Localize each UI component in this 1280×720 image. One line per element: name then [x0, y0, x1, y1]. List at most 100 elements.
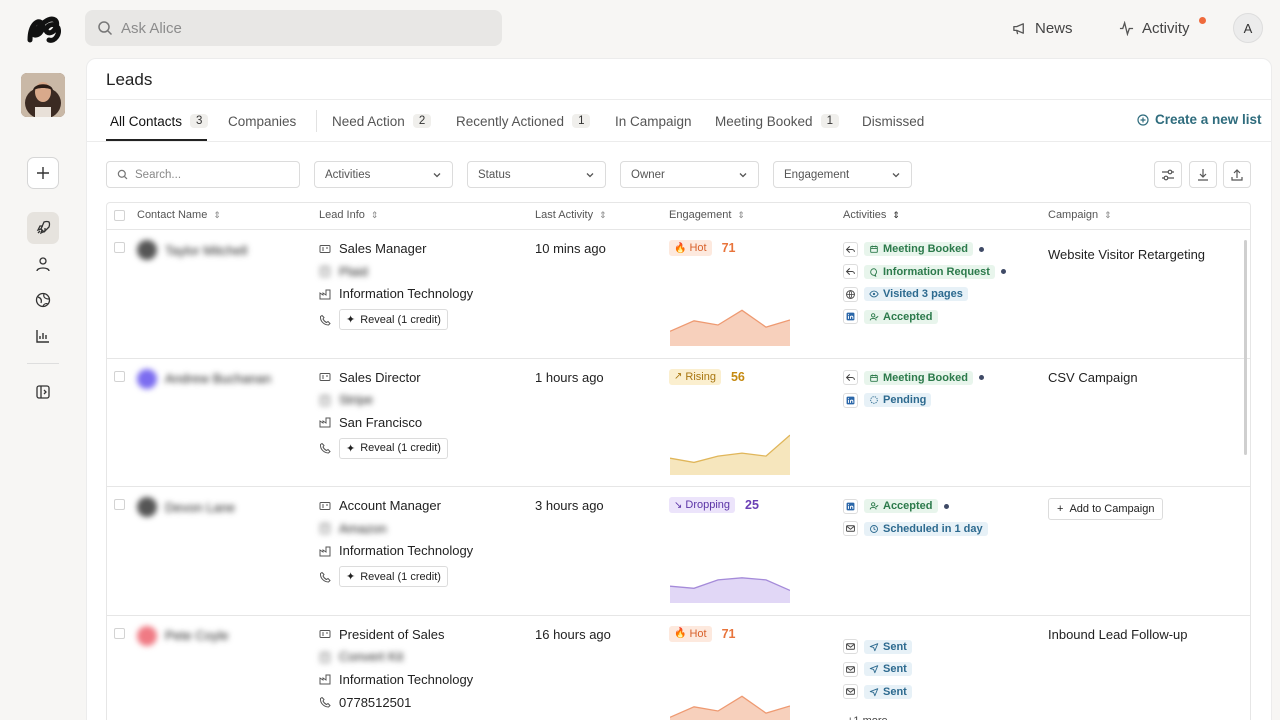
sparkle-icon: ✦ [346, 314, 356, 326]
news-link[interactable]: News [1012, 10, 1073, 46]
title-icon [319, 244, 331, 253]
column-header-contact-name[interactable]: Contact Name ⇕ [137, 209, 221, 221]
sidebar-analytics[interactable] [27, 320, 59, 352]
company-icon [320, 395, 330, 405]
contact-name[interactable]: Taylor Mitchell [137, 240, 247, 260]
sparkle-icon: ✦ [346, 571, 356, 583]
reply-icon [845, 373, 855, 382]
lead-industry-text: Information Technology [339, 543, 474, 558]
header-label: Campaign [1048, 209, 1099, 221]
activity-item[interactable]: Meeting Booked [843, 369, 984, 387]
column-header-lead-info[interactable]: Lead Info ⇕ [319, 209, 378, 221]
reveal-phone-button[interactable]: ✦ Reveal (1 credit) [339, 437, 448, 459]
activity-channel [843, 392, 858, 408]
lead-industry-text: Information Technology [339, 286, 474, 301]
pulse-icon [1119, 20, 1134, 36]
status-filter[interactable]: Status [467, 161, 606, 188]
column-header-activities[interactable]: Activities ⇕ [843, 209, 900, 221]
activity-label: Visited 3 pages [883, 288, 963, 300]
activity-label: Meeting Booked [883, 243, 968, 255]
create-list-button[interactable]: Create a new list [1137, 112, 1262, 127]
owner-filter[interactable]: Owner [620, 161, 759, 188]
tab-dismissed[interactable]: Dismissed [862, 111, 924, 131]
search-placeholder: Search... [135, 168, 182, 181]
campaign-name[interactable]: Inbound Lead Follow-up [1048, 627, 1188, 642]
last-activity: 1 hours ago [535, 369, 604, 385]
select-all-checkbox[interactable] [114, 210, 125, 221]
engagement-label: Rising [685, 370, 716, 383]
sort-icon: ⇕ [737, 209, 745, 220]
contact-name[interactable]: Andrew Buchanan [137, 368, 271, 389]
activity-item[interactable]: Scheduled in 1 day [843, 520, 988, 538]
activities-filter[interactable]: Activities [314, 161, 453, 188]
chevron-down-icon [739, 172, 747, 177]
tab-need-action[interactable]: Need Action 2 [332, 111, 432, 131]
contact-name[interactable]: Devon Lane [137, 497, 235, 517]
header-label: Engagement [669, 209, 732, 221]
activity-item[interactable]: Sent [843, 683, 912, 701]
row-divider [107, 614, 1250, 616]
tab-all-contacts[interactable]: All Contacts 3 [110, 111, 209, 131]
engagement-cell: 🔥 Hot 71 [669, 240, 735, 256]
settings-button[interactable] [1154, 161, 1182, 188]
campaign-name[interactable]: Website Visitor Retargeting [1048, 247, 1205, 262]
industry-icon [319, 546, 331, 556]
activity-item[interactable]: Meeting Booked [843, 240, 984, 258]
reveal-phone-button[interactable]: ✦ Reveal (1 credit) [339, 566, 448, 587]
column-header-campaign[interactable]: Campaign ⇕ [1048, 209, 1112, 221]
phone-icon [319, 442, 331, 454]
table-search-input[interactable]: Search... [106, 161, 300, 188]
ask-alice-search[interactable]: Ask Alice [85, 10, 502, 46]
campaign-name[interactable]: CSV Campaign [1048, 370, 1138, 385]
linkedin-icon [846, 502, 855, 510]
tab-meeting-booked[interactable]: Meeting Booked 1 [715, 111, 839, 131]
reveal-label: Reveal (1 credit) [360, 570, 441, 583]
reveal-phone-button[interactable]: ✦ Reveal (1 credit) [339, 309, 448, 330]
activity-channel [843, 498, 858, 514]
upload-button[interactable] [1223, 161, 1251, 188]
sidebar-globe[interactable] [27, 284, 59, 316]
activity-item[interactable]: Visited 3 pages [843, 285, 968, 303]
tab-companies[interactable]: Companies [228, 111, 296, 131]
contact-name[interactable]: Pete Coyle [137, 625, 229, 646]
activity-item[interactable]: Sent [843, 660, 912, 678]
tab-in-campaign[interactable]: In Campaign [615, 111, 692, 131]
status-icon [870, 396, 878, 404]
tab-label: Recently Actioned [456, 113, 565, 129]
row-checkbox[interactable] [114, 499, 125, 510]
engagement-trend-icon: ↘ [674, 499, 683, 511]
row-checkbox[interactable] [114, 242, 125, 253]
table-scrollbar[interactable] [1244, 240, 1247, 455]
engagement-sparkline [670, 577, 790, 603]
activity-item[interactable]: Accepted [843, 308, 938, 326]
user-avatar[interactable]: A [1233, 13, 1263, 43]
activity-item[interactable]: Information Request [843, 263, 1006, 281]
download-icon [1198, 168, 1208, 181]
add-button[interactable] [27, 157, 59, 189]
mail-icon [846, 525, 855, 532]
activity-item[interactable]: Accepted [843, 497, 949, 515]
column-header-engagement[interactable]: Engagement ⇕ [669, 209, 745, 221]
activity-link[interactable]: Activity [1119, 10, 1190, 46]
more-activities-link[interactable]: +1 more [847, 715, 888, 720]
activity-channel [843, 370, 858, 385]
sidebar-toggle[interactable] [27, 376, 59, 408]
search-icon [117, 169, 128, 180]
tab-count: 2 [412, 114, 432, 128]
column-header-last-activity[interactable]: Last Activity ⇕ [535, 209, 607, 221]
activity-item[interactable]: Sent [843, 638, 912, 656]
activity-item[interactable]: Pending [843, 391, 932, 409]
chevron-down-icon [892, 172, 900, 177]
notification-dot [1199, 17, 1206, 24]
engagement-filter[interactable]: Engagement [773, 161, 912, 188]
row-checkbox[interactable] [114, 627, 125, 639]
tab-recently-actioned[interactable]: Recently Actioned 1 [456, 111, 591, 131]
profile-photo[interactable] [21, 73, 65, 117]
chevron-down-icon [433, 172, 441, 177]
sidebar-contacts[interactable] [27, 248, 59, 280]
add-to-campaign-button[interactable]: + Add to Campaign [1048, 498, 1164, 520]
engagement-cell: ↗ Rising 56 [669, 368, 745, 385]
row-checkbox[interactable] [114, 370, 125, 382]
download-button[interactable] [1189, 161, 1217, 188]
sidebar-leads[interactable] [27, 212, 59, 244]
